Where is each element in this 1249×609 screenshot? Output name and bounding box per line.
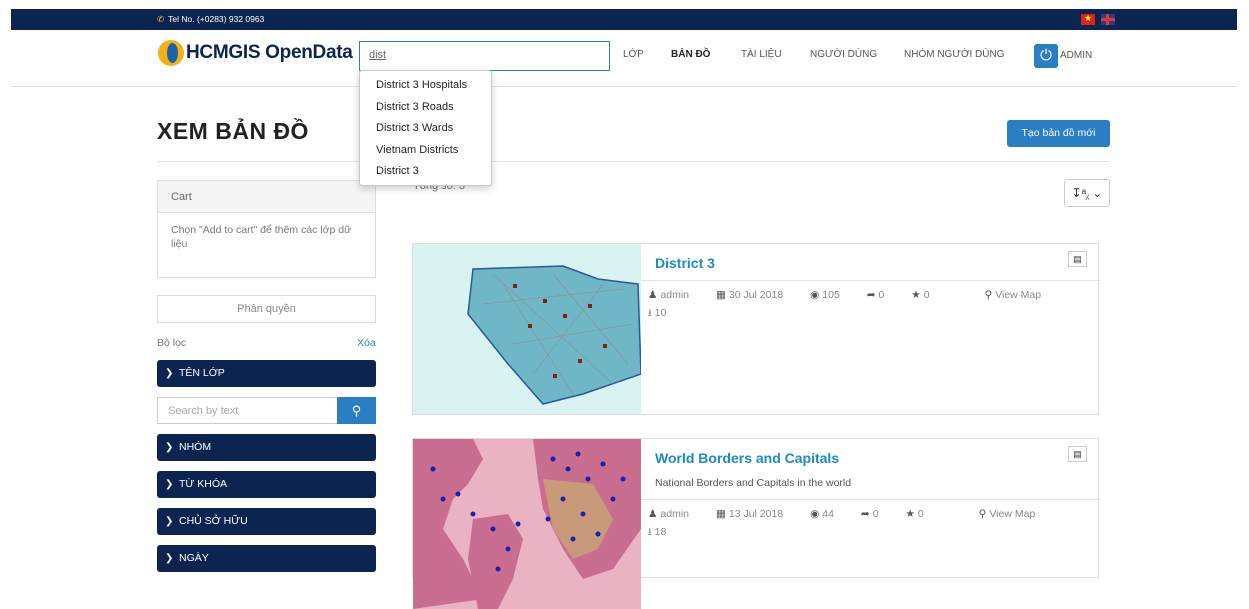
- cart-title: Cart: [158, 181, 375, 213]
- permissions-button[interactable]: Phân quyền: [157, 295, 376, 323]
- map-title[interactable]: World Borders and Capitals: [655, 450, 839, 466]
- nav-layers[interactable]: LỚP: [623, 49, 644, 60]
- chevron-right-icon: ❯: [165, 553, 174, 564]
- star-icon: ★: [905, 508, 915, 520]
- download-icon: ⭳: [648, 526, 652, 538]
- map-marker-icon: ⚲: [978, 508, 987, 520]
- map-description: National Borders and Capitals in the wor…: [655, 477, 852, 489]
- chevron-right-icon: ❯: [165, 479, 174, 490]
- card-divider: [641, 499, 1100, 500]
- map-meta: ♟ admin ▦ 13 Jul 2018 ◉ 44 ➦ 0 ★ 0 ⚲ View Map: [648, 508, 1036, 520]
- nav-groups[interactable]: NHÓM NGƯỜI DÙNG: [904, 49, 1004, 60]
- eye-icon: ◉: [810, 289, 820, 301]
- share-icon: ➦: [860, 508, 870, 520]
- filter-group[interactable]: ❯ NHÓM: [157, 434, 376, 461]
- power-icon[interactable]: ⏻: [1034, 44, 1058, 68]
- cart-body: Chọn "Add to cart" để thêm các lớp dữ li…: [171, 224, 352, 250]
- star-icon: ★: [911, 289, 921, 301]
- filter-keyword[interactable]: ❯ TỪ KHÓA: [157, 471, 376, 498]
- filter-layer-name[interactable]: ❯ TÊN LỚP: [157, 360, 376, 387]
- map-card: World Borders and Capitals National Bord…: [412, 438, 1100, 609]
- nav-users[interactable]: NGƯỜI DÙNG: [810, 49, 877, 60]
- uk-flag-icon[interactable]: [1101, 14, 1115, 25]
- brand-name: HCMGIS OpenData: [186, 42, 353, 63]
- clear-filters-link[interactable]: Xóa: [357, 337, 376, 349]
- filter-search-input[interactable]: Search by text: [157, 397, 337, 424]
- map-title[interactable]: District 3: [655, 255, 715, 271]
- sort-alpha-icon: ↧ᵃ⁁ ⌄: [1071, 186, 1103, 200]
- search-icon: ⚲: [351, 403, 362, 418]
- calendar-icon: ▦: [715, 289, 726, 301]
- search-button[interactable]: ⚲: [337, 397, 376, 424]
- nav-maps[interactable]: BẢN ĐỒ: [671, 49, 710, 60]
- map-thumbnail[interactable]: [413, 244, 641, 414]
- nav-documents[interactable]: TÀI LIỆU: [741, 49, 782, 60]
- globe-logo-icon: [158, 40, 184, 66]
- cart-panel: Cart Chọn "Add to cart" để thêm các lớp …: [157, 180, 376, 278]
- page-title: XEM BẢN ĐỒ: [157, 118, 309, 144]
- header-divider: [11, 86, 1237, 87]
- user-icon: ♟: [648, 289, 658, 301]
- map-downloads: ⭳ 18: [648, 526, 667, 538]
- vietnam-flag-icon[interactable]: [1081, 13, 1095, 25]
- phone-icon: ✆: [157, 14, 165, 24]
- user-icon: ♟: [648, 508, 658, 520]
- suggestion-item[interactable]: District 3: [360, 161, 491, 183]
- search-input[interactable]: dist: [359, 41, 610, 71]
- cart-icon[interactable]: ▤: [1068, 251, 1087, 267]
- chevron-down-icon: ❯: [165, 368, 174, 379]
- tel-number: ✆ Tel No. (+0283) 932 0963: [157, 14, 265, 24]
- top-bar: ✆ Tel No. (+0283) 932 0963: [11, 9, 1237, 30]
- cart-icon[interactable]: ▤: [1068, 446, 1087, 462]
- filter-label: Bộ lọc: [157, 337, 187, 349]
- sort-button[interactable]: ↧ᵃ⁁ ⌄: [1064, 179, 1110, 207]
- eye-icon: ◉: [810, 508, 820, 520]
- share-icon: ➦: [866, 289, 876, 301]
- map-marker-icon: ⚲: [984, 289, 993, 301]
- map-card: District 3 ▤ ♟ admin ▦ 30 Jul 2018 ◉ 105 ➦ 0…: [412, 243, 1100, 415]
- card-divider: [641, 280, 1100, 281]
- suggestion-item[interactable]: District 3 Hospitals: [360, 75, 491, 97]
- map-downloads: ⭳ 10: [648, 307, 667, 319]
- filter-owner[interactable]: ❯ CHỦ SỞ HỮU: [157, 508, 376, 535]
- suggestion-item[interactable]: District 3 Roads: [360, 97, 491, 119]
- suggestion-item[interactable]: Vietnam Districts: [360, 140, 491, 162]
- chevron-right-icon: ❯: [165, 516, 174, 527]
- map-meta: ♟ admin ▦ 30 Jul 2018 ◉ 105 ➦ 0 ★ 0 ⚲ View Map: [648, 289, 1042, 301]
- calendar-icon: ▦: [715, 508, 726, 520]
- search-suggestions: District 3 Hospitals District 3 Roads Di…: [359, 70, 492, 186]
- chevron-right-icon: ❯: [165, 442, 174, 453]
- suggestion-item[interactable]: District 3 Wards: [360, 118, 491, 140]
- title-divider: [157, 161, 1110, 162]
- download-icon: ⭳: [648, 307, 652, 319]
- map-thumbnail[interactable]: [413, 439, 641, 609]
- nav-admin[interactable]: ADMIN: [1060, 50, 1092, 61]
- filter-date[interactable]: ❯ NGÀY: [157, 545, 376, 572]
- new-map-button[interactable]: Tạo bản đồ mới: [1007, 120, 1110, 147]
